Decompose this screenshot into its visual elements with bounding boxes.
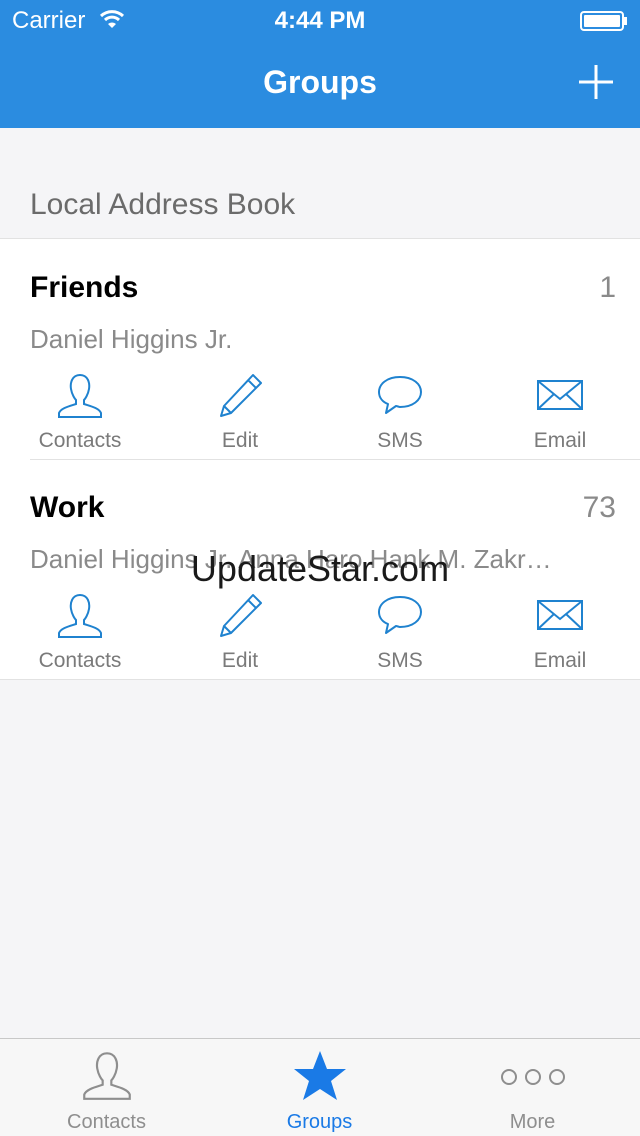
status-bar: Carrier 4:44 PM xyxy=(0,0,640,40)
group-row-friends[interactable]: Friends 1 Daniel Higgins Jr. Contacts Ed… xyxy=(0,239,640,459)
person-icon xyxy=(0,371,160,421)
sms-button[interactable]: SMS xyxy=(320,371,480,455)
group-members: Daniel Higgins Jr. xyxy=(30,324,233,354)
email-label: Email xyxy=(533,649,587,672)
page-title: Groups xyxy=(263,64,377,100)
sms-button[interactable]: SMS xyxy=(320,591,480,675)
envelope-icon xyxy=(480,591,640,641)
group-actions: Contacts Edit SMS Email xyxy=(0,371,640,455)
tab-bar: Contacts Groups More xyxy=(0,1038,640,1136)
person-icon xyxy=(0,1049,213,1105)
sms-label: SMS xyxy=(377,429,423,452)
group-name: Work xyxy=(30,491,105,524)
group-name: Friends xyxy=(30,271,139,304)
plus-icon xyxy=(579,65,613,99)
speech-bubble-icon xyxy=(320,591,480,641)
person-icon xyxy=(0,591,160,641)
edit-label: Edit xyxy=(221,649,259,672)
tab-contacts[interactable]: Contacts xyxy=(0,1039,213,1136)
edit-button[interactable]: Edit xyxy=(160,371,320,455)
email-label: Email xyxy=(533,429,587,452)
tab-groups[interactable]: Groups xyxy=(213,1039,426,1136)
more-icon xyxy=(426,1049,639,1105)
navigation-bar: Carrier 4:44 PM Groups xyxy=(0,0,640,128)
envelope-icon xyxy=(480,371,640,421)
speech-bubble-icon xyxy=(320,371,480,421)
contacts-button[interactable]: Contacts xyxy=(0,371,160,455)
sms-label: SMS xyxy=(377,649,423,672)
tab-label: Groups xyxy=(286,1111,353,1133)
section-header: Local Address Book xyxy=(30,188,296,221)
edit-button[interactable]: Edit xyxy=(160,591,320,675)
email-button[interactable]: Email xyxy=(480,591,640,675)
tab-label: Contacts xyxy=(67,1111,146,1133)
tab-label: More xyxy=(509,1111,556,1133)
battery-icon xyxy=(580,11,628,36)
pencil-icon xyxy=(160,371,320,421)
contacts-button[interactable]: Contacts xyxy=(0,591,160,675)
group-count: 1 xyxy=(599,271,616,304)
status-time: 4:44 PM xyxy=(274,7,366,34)
contacts-label: Contacts xyxy=(38,429,122,452)
contacts-label: Contacts xyxy=(38,649,122,672)
tab-more[interactable]: More xyxy=(426,1039,639,1136)
email-button[interactable]: Email xyxy=(480,371,640,455)
group-actions: Contacts Edit SMS Email xyxy=(0,591,640,675)
pencil-icon xyxy=(160,591,320,641)
group-list: Friends 1 Daniel Higgins Jr. Contacts Ed… xyxy=(0,238,640,680)
watermark: UpdateStar.com xyxy=(190,548,450,589)
edit-label: Edit xyxy=(221,429,259,452)
group-count: 73 xyxy=(582,491,616,524)
add-group-button[interactable] xyxy=(576,62,616,102)
star-icon xyxy=(213,1049,426,1105)
